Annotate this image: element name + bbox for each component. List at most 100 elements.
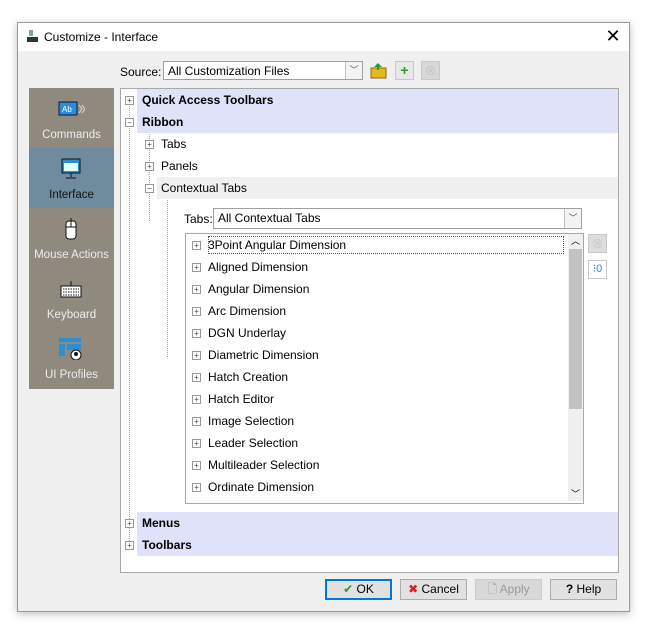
apply-document-icon: 🗋 (487, 582, 497, 596)
title-bar: Customize - Interface ✕ (18, 23, 629, 51)
sidebar-item-mouse-actions[interactable]: Mouse Actions (29, 208, 114, 268)
chevron-down-icon[interactable]: ﹀ (564, 209, 581, 228)
node-label: Contextual Tabs (161, 181, 247, 195)
expand-icon[interactable]: + (192, 263, 201, 272)
expand-icon[interactable]: + (192, 483, 201, 492)
expand-icon[interactable]: + (125, 519, 134, 528)
expand-icon[interactable]: + (145, 140, 154, 149)
expand-icon[interactable]: + (192, 241, 201, 250)
disabled-icon: ⊗ (591, 235, 604, 251)
item-label: Hatch Editor (208, 392, 275, 406)
tree-node-contextual-tabs[interactable]: − Contextual Tabs (145, 177, 618, 199)
item-label: Aligned Dimension (208, 260, 309, 274)
tabs-value: All Contextual Tabs (218, 211, 321, 225)
tree-node-quick-access-toolbars[interactable]: + Quick Access Toolbars (125, 89, 618, 111)
cancel-button[interactable]: ✖ Cancel (400, 579, 467, 600)
expand-icon[interactable]: + (192, 461, 201, 470)
list-item[interactable]: + Multileader Selection (192, 454, 566, 476)
source-label: Source: (120, 65, 162, 79)
item-label: DGN Underlay (208, 326, 287, 340)
unload-file-button[interactable]: ⊗ (421, 61, 440, 80)
question-icon: ? (565, 582, 574, 596)
window-title: Customize - Interface (44, 30, 159, 44)
sidebar-item-ui-profiles[interactable]: UI Profiles (29, 328, 114, 388)
plus-icon: + (400, 62, 409, 78)
help-button[interactable]: ? Help (550, 579, 617, 600)
x-icon: ✖ (408, 582, 419, 596)
list-item[interactable]: + DGN Underlay (192, 322, 566, 344)
expand-icon[interactable]: + (192, 307, 201, 316)
insert-button[interactable]: ⁝0 (588, 260, 607, 279)
list-item[interactable]: + Leader Selection (192, 432, 566, 454)
list-item[interactable]: + Aligned Dimension (192, 256, 566, 278)
scroll-down-icon[interactable]: ﹀ (568, 487, 583, 501)
list-item[interactable]: + Arc Dimension (192, 300, 566, 322)
collapse-icon[interactable]: − (145, 184, 154, 193)
item-label: 3Point Angular Dimension (208, 238, 347, 252)
disabled-icon: ⊗ (424, 62, 437, 78)
button-label: Apply (499, 582, 530, 596)
close-icon[interactable]: ✕ (603, 26, 623, 47)
button-label: OK (356, 582, 374, 596)
list-item[interactable]: + Hatch Editor (192, 388, 566, 410)
sidebar-item-label: Interface (49, 189, 94, 201)
sidebar-item-label: Commands (42, 129, 101, 141)
node-label: Quick Access Toolbars (142, 93, 274, 107)
source-select[interactable]: All Customization Files ﹀ (163, 61, 363, 80)
expand-icon[interactable]: + (192, 329, 201, 338)
button-label: Help (576, 582, 602, 596)
node-label: Tabs (161, 137, 187, 151)
tabs-label: Tabs: (184, 212, 213, 226)
sidebar-item-commands[interactable]: Ab Commands (29, 88, 114, 148)
tree-node-menus[interactable]: + Menus (125, 512, 618, 534)
tree-node-tabs[interactable]: + Tabs (145, 133, 618, 155)
collapse-icon[interactable]: − (125, 118, 134, 127)
expand-icon[interactable]: + (192, 439, 201, 448)
expand-icon[interactable]: + (145, 162, 154, 171)
sidebar-item-label: Mouse Actions (34, 249, 109, 261)
item-label: Angular Dimension (208, 282, 310, 296)
expand-icon[interactable]: + (192, 373, 201, 382)
list-item[interactable]: + Hatch Creation (192, 366, 566, 388)
tree-node-panels[interactable]: + Panels (145, 155, 618, 177)
item-label: Arc Dimension (208, 304, 287, 318)
scrollbar[interactable]: ︿ ﹀ (568, 234, 583, 501)
interface-icon (61, 158, 81, 179)
apply-button[interactable]: 🗋 Apply (475, 579, 542, 600)
scroll-up-icon[interactable]: ︿ (568, 234, 583, 248)
list-item[interactable]: + Angular Dimension (192, 278, 566, 300)
button-label: Cancel (421, 582, 459, 596)
chevron-down-icon[interactable]: ﹀ (345, 62, 362, 79)
sidebar-item-interface[interactable]: Interface (29, 148, 114, 208)
item-label: Multileader Selection (208, 458, 320, 472)
tree-node-ribbon[interactable]: − Ribbon (125, 111, 618, 133)
contextual-tabs-select[interactable]: All Contextual Tabs ﹀ (213, 208, 582, 229)
add-file-button[interactable]: + (395, 61, 414, 80)
node-label: Menus (142, 516, 181, 530)
list-item[interactable]: + Ordinate Dimension (192, 476, 566, 498)
expand-icon[interactable]: + (192, 395, 201, 404)
item-label: Leader Selection (208, 436, 299, 450)
list-item[interactable]: + Diametric Dimension (192, 344, 566, 366)
ok-button[interactable]: ✔ OK (325, 579, 392, 600)
sidebar-item-label: Keyboard (46, 309, 97, 321)
node-label: Ribbon (142, 115, 184, 129)
keyboard-icon (60, 281, 82, 298)
tree-node-toolbars[interactable]: + Toolbars (125, 534, 618, 556)
ui-profiles-icon (59, 338, 82, 360)
customize-dialog: Customize - Interface ✕ Source: All Cust… (17, 22, 630, 612)
source-value: All Customization Files (168, 64, 290, 78)
list-item[interactable]: + Image Selection (192, 410, 566, 432)
sidebar-item-keyboard[interactable]: Keyboard (29, 268, 114, 328)
sidebar-item-label: UI Profiles (44, 369, 99, 381)
sidebar: Ab Commands Interface Mouse Actions Keyb… (29, 88, 114, 389)
list-item[interactable]: +3Point Angular Dimension (192, 234, 566, 256)
expand-icon[interactable]: + (125, 96, 134, 105)
open-file-button[interactable] (369, 61, 388, 80)
scrollbar-thumb[interactable] (569, 249, 582, 409)
remove-button[interactable]: ⊗ (588, 234, 607, 253)
expand-icon[interactable]: + (192, 417, 201, 426)
expand-icon[interactable]: + (192, 285, 201, 294)
expand-icon[interactable]: + (192, 351, 201, 360)
expand-icon[interactable]: + (125, 541, 134, 550)
